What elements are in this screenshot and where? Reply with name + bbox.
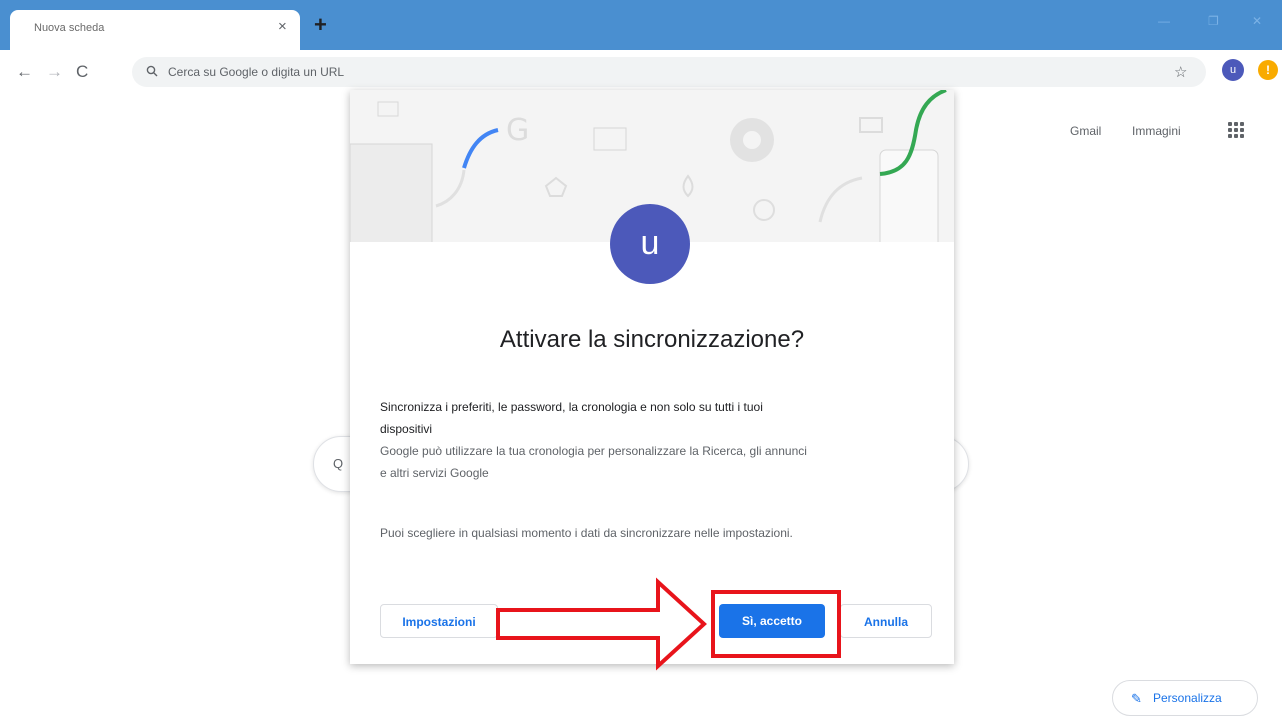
dialog-title: Attivare la sincronizzazione? bbox=[499, 326, 805, 353]
search-icon bbox=[146, 65, 158, 77]
dialog-body: Sincronizza i preferiti, le password, la… bbox=[380, 396, 920, 484]
account-avatar: u bbox=[610, 204, 690, 284]
tab-strip: Nuova scheda × + ― ❐ ✕ bbox=[0, 0, 1282, 50]
sync-description-line2: dispositivi bbox=[380, 422, 433, 436]
window-close-icon[interactable]: ✕ bbox=[1252, 14, 1262, 28]
alert-icon[interactable]: ! bbox=[1258, 60, 1278, 80]
cancel-button[interactable]: Annulla bbox=[840, 604, 932, 638]
personalize-description-line1: Google può utilizzare la tua cronologia … bbox=[380, 444, 807, 458]
reload-icon[interactable]: C bbox=[76, 63, 88, 80]
gmail-link[interactable]: Gmail bbox=[1070, 124, 1101, 138]
personalize-description-line2: e altri servizi Google bbox=[380, 466, 489, 480]
tab-title: Nuova scheda bbox=[34, 22, 105, 34]
maximize-icon[interactable]: ❐ bbox=[1208, 14, 1219, 28]
address-bar[interactable]: Cerca su Google o digita un URL bbox=[132, 57, 1206, 87]
search-icon: Q bbox=[333, 456, 344, 471]
back-icon[interactable]: ← bbox=[16, 63, 33, 80]
apps-icon[interactable] bbox=[1228, 122, 1244, 138]
settings-note: Puoi scegliere in qualsiasi momento i da… bbox=[380, 526, 793, 540]
customize-button[interactable]: ✎ Personalizza bbox=[1112, 680, 1258, 716]
profile-avatar[interactable]: u bbox=[1222, 59, 1244, 81]
minimize-icon[interactable]: ― bbox=[1158, 14, 1170, 28]
arrow-annotation bbox=[496, 577, 707, 671]
sync-description-line1: Sincronizza i preferiti, le password, la… bbox=[380, 400, 763, 414]
images-link[interactable]: Immagini bbox=[1132, 124, 1181, 138]
address-placeholder: Cerca su Google o digita un URL bbox=[168, 65, 345, 79]
star-icon[interactable]: ☆ bbox=[1174, 63, 1187, 81]
new-tab-button[interactable]: + bbox=[314, 14, 327, 36]
highlight-box-annotation bbox=[711, 590, 841, 658]
pencil-icon: ✎ bbox=[1131, 691, 1142, 706]
tab-new-tab[interactable]: Nuova scheda × bbox=[10, 10, 300, 50]
forward-icon[interactable]: → bbox=[46, 63, 63, 80]
customize-label: Personalizza bbox=[1153, 691, 1222, 705]
toolbar: ← → C Cerca su Google o digita un URL ☆ bbox=[0, 50, 1282, 94]
svg-text:G: G bbox=[506, 113, 529, 148]
settings-button[interactable]: Impostazioni bbox=[380, 604, 498, 638]
close-icon[interactable]: × bbox=[278, 19, 287, 34]
